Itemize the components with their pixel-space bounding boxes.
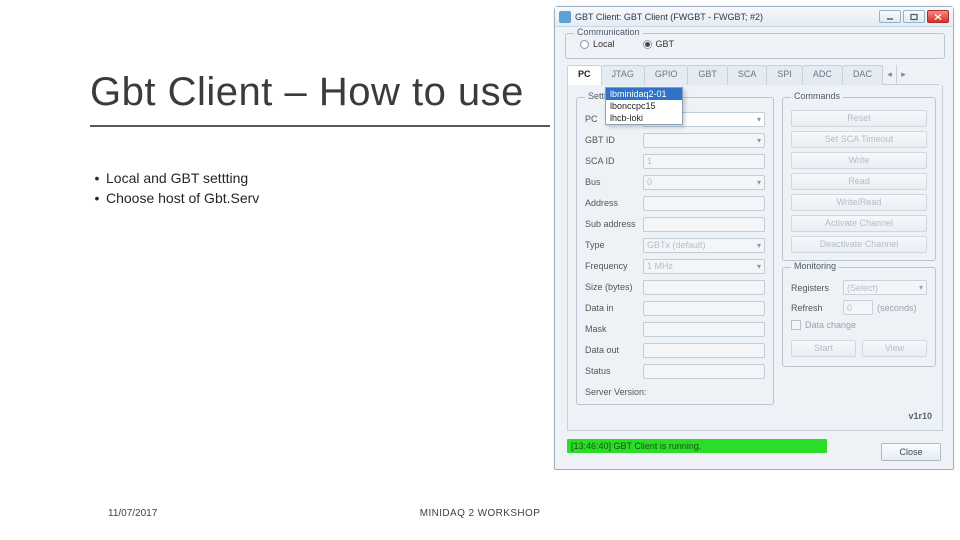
field-label: Registers (791, 283, 839, 293)
field-label: GBT ID (585, 135, 643, 145)
field-label: Status (585, 366, 643, 376)
close-window-button[interactable] (927, 10, 949, 23)
field-label: SCA ID (585, 156, 643, 166)
bullet-item: Choose host of Gbt.Serv (88, 190, 259, 206)
chevron-down-icon: ▾ (757, 241, 761, 250)
field-value: 0 (647, 177, 652, 187)
close-button[interactable]: Close (881, 443, 941, 461)
app-window: GBT Client: GBT Client (FWGBT - FWGBT; #… (554, 6, 954, 470)
refresh-unit: (seconds) (877, 303, 917, 313)
type-field[interactable]: GBTx (default) ▾ (643, 238, 765, 253)
tab-scroll-right-icon[interactable]: ▸ (896, 65, 910, 84)
communication-group: Communication Local GBT (565, 33, 945, 59)
group-caption: Monitoring (791, 261, 839, 271)
field-label: Data out (585, 345, 643, 355)
pc-dropdown-popup[interactable]: lbminidaq2-01 lbonccpc15 lhcb-loki (605, 87, 683, 125)
window-title: GBT Client: GBT Client (FWGBT - FWGBT; #… (575, 12, 879, 22)
set-sca-timeout-button[interactable]: Set SCA Timeout (791, 131, 927, 148)
frequency-field[interactable]: 1 MHz ▾ (643, 259, 765, 274)
settings-group: Settings PC▾ GBT ID▾ SCA ID1 Bus0▾ Addre… (576, 97, 774, 405)
group-caption: Commands (791, 91, 843, 101)
tab-gpio[interactable]: GPIO (644, 65, 689, 85)
tab-content: Settings PC▾ GBT ID▾ SCA ID1 Bus0▾ Addre… (567, 85, 943, 431)
start-button[interactable]: Start (791, 340, 856, 357)
tab-bar: PC JTAG GPIO GBT SCA SPI ADC DAC ◂ ▸ (567, 65, 939, 85)
dropdown-option[interactable]: lbminidaq2-01 (606, 88, 682, 100)
activate-channel-button[interactable]: Activate Channel (791, 215, 927, 232)
title-underline (90, 125, 550, 127)
dropdown-option[interactable]: lbonccpc15 (606, 100, 682, 112)
gbtid-field[interactable]: ▾ (643, 133, 765, 148)
chevron-down-icon: ▾ (757, 262, 761, 271)
slide-bullets: Local and GBT settting Choose host of Gb… (88, 170, 259, 210)
tab-sca[interactable]: SCA (727, 65, 768, 85)
write-button[interactable]: Write (791, 152, 927, 169)
field-label: Mask (585, 324, 643, 334)
mask-field[interactable] (643, 322, 765, 337)
radio-label: Local (593, 39, 615, 49)
checkbox-label: Data change (805, 320, 856, 330)
app-icon (559, 11, 571, 23)
reset-button[interactable]: Reset (791, 110, 927, 127)
size-field[interactable] (643, 280, 765, 295)
field-label: Frequency (585, 261, 643, 271)
slide-title: Gbt Client – How to use (90, 70, 550, 115)
bus-field[interactable]: 0▾ (643, 175, 765, 190)
radio-gbt[interactable]: GBT (643, 39, 675, 49)
tab-spi[interactable]: SPI (766, 65, 803, 85)
chevron-down-icon: ▾ (757, 136, 761, 145)
field-label: Type (585, 240, 643, 250)
dropdown-option[interactable]: lhcb-loki (606, 112, 682, 124)
commands-group: Commands Reset Set SCA Timeout Write Rea… (782, 97, 936, 261)
field-label: Refresh (791, 303, 839, 313)
dataout-field (643, 343, 765, 358)
radio-icon (580, 40, 589, 49)
radio-label: GBT (656, 39, 675, 49)
field-value: 1 (647, 156, 652, 166)
monitoring-group: Monitoring Registers(Select)▾ Refresh0(s… (782, 267, 936, 367)
refresh-field[interactable]: 0 (843, 300, 873, 315)
version-label: v1r10 (908, 411, 932, 421)
tab-pc[interactable]: PC (567, 65, 602, 85)
field-label: Sub address (585, 219, 643, 229)
field-value: 0 (847, 303, 852, 313)
radio-local[interactable]: Local (580, 39, 615, 49)
registers-select[interactable]: (Select) ▾ (843, 280, 927, 295)
group-caption: Communication (574, 27, 643, 37)
datain-field[interactable] (643, 301, 765, 316)
field-label: Address (585, 198, 643, 208)
deactivate-channel-button[interactable]: Deactivate Channel (791, 236, 927, 253)
subaddress-field[interactable] (643, 217, 765, 232)
maximize-button[interactable] (903, 10, 925, 23)
field-value: (Select) (847, 283, 878, 293)
field-label: Bus (585, 177, 643, 187)
scaid-field[interactable]: 1 (643, 154, 765, 169)
tab-jtag[interactable]: JTAG (601, 65, 645, 85)
field-value: GBTx (default) (647, 240, 706, 250)
tab-dac[interactable]: DAC (842, 65, 883, 85)
tab-gbt[interactable]: GBT (687, 65, 728, 85)
field-label: Data in (585, 303, 643, 313)
read-button[interactable]: Read (791, 173, 927, 190)
bullet-item: Local and GBT settting (88, 170, 259, 186)
chevron-down-icon: ▾ (757, 178, 761, 187)
status-bar: [13:46:40] GBT Client is running. (567, 439, 827, 453)
radio-icon (643, 40, 652, 49)
chevron-down-icon: ▾ (919, 283, 923, 292)
datachange-checkbox[interactable] (791, 320, 801, 330)
field-label: Size (bytes) (585, 282, 643, 292)
chevron-down-icon: ▾ (757, 115, 761, 124)
status-field (643, 364, 765, 379)
field-value: 1 MHz (647, 261, 673, 271)
write-read-button[interactable]: Write/Read (791, 194, 927, 211)
address-field[interactable] (643, 196, 765, 211)
minimize-button[interactable] (879, 10, 901, 23)
field-label: Server Version: (585, 387, 663, 397)
tab-adc[interactable]: ADC (802, 65, 843, 85)
titlebar[interactable]: GBT Client: GBT Client (FWGBT - FWGBT; #… (555, 7, 953, 27)
view-button[interactable]: View (862, 340, 927, 357)
tab-scroll-left-icon[interactable]: ◂ (882, 65, 896, 84)
footer-center: MINIDAQ 2 WORKSHOP (0, 508, 960, 519)
